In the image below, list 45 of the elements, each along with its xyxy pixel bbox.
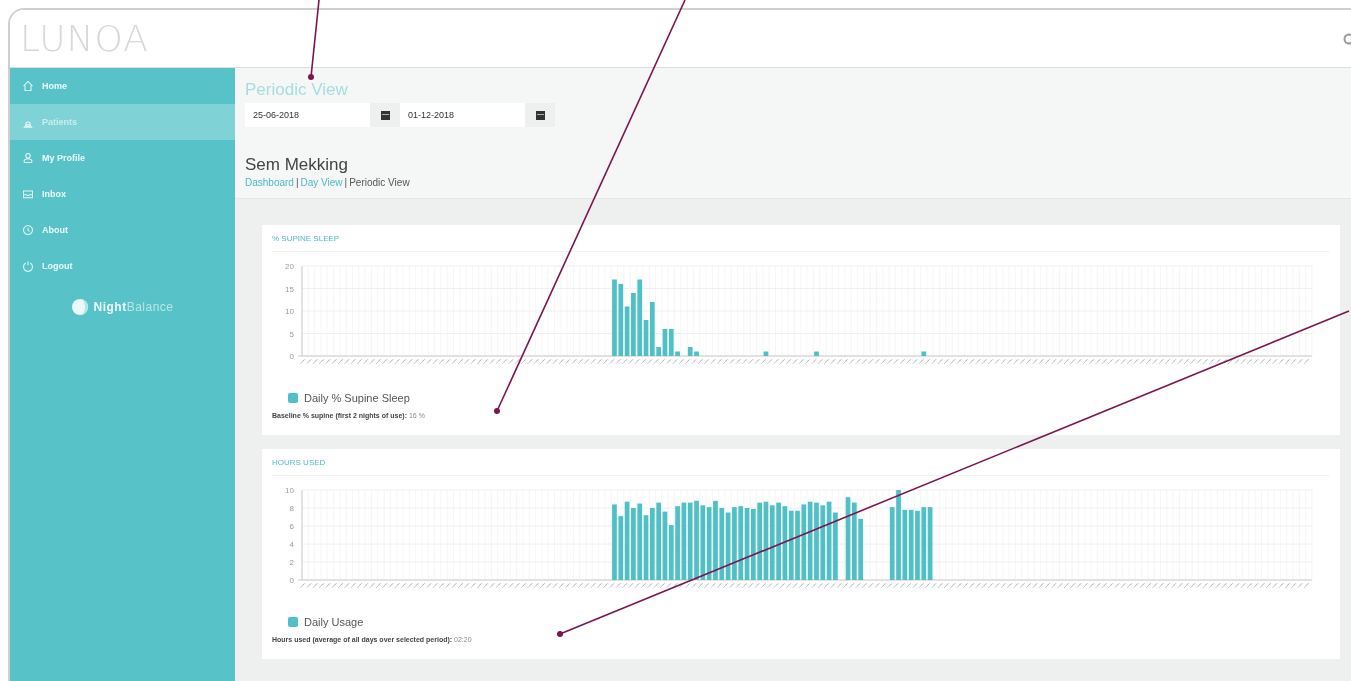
settings-icon[interactable]: [1343, 32, 1351, 45]
nav-icon: [22, 224, 34, 236]
y-tick-label: 8: [289, 504, 294, 513]
sidebar-item[interactable]: Home: [10, 68, 235, 104]
card-title: % SUPINE SLEEP: [272, 225, 1330, 252]
calendar-icon: [380, 110, 390, 120]
nav-icon: [22, 260, 34, 272]
legend-label: Daily % Supine Sleep: [304, 392, 410, 404]
y-tick-label: 4: [289, 540, 294, 549]
bar: [814, 351, 819, 356]
nav-icon: [22, 152, 34, 164]
y-tick-label: 2: [289, 558, 294, 567]
y-tick-label: 10: [285, 307, 294, 316]
page-title: Periodic View: [245, 80, 349, 100]
start-date-field[interactable]: 25-06-2018: [245, 103, 370, 127]
breadcrumb-link[interactable]: Day View: [300, 177, 343, 188]
y-tick-label: 10: [285, 486, 294, 495]
bar: [921, 351, 927, 356]
breadcrumb-current: Periodic View: [349, 177, 410, 188]
legend-label: Daily Usage: [304, 616, 364, 628]
nav-icon: [22, 80, 34, 92]
breadcrumb-separator: |: [344, 177, 348, 188]
y-tick-label: 0: [289, 352, 294, 361]
bar: [763, 351, 769, 356]
y-tick-label: 20: [285, 262, 294, 271]
calendar-button[interactable]: [525, 103, 555, 127]
sidebar-item[interactable]: Patients: [10, 104, 235, 140]
brand-logo: NightBalance: [93, 300, 174, 314]
sidebar-item[interactable]: About: [10, 212, 235, 248]
sidebar-item[interactable]: Logout: [10, 248, 235, 284]
moon-icon: [71, 298, 90, 316]
sidebar-item[interactable]: Inbox: [10, 176, 235, 212]
y-tick-label: 0: [289, 576, 294, 585]
breadcrumb-separator: |: [295, 177, 299, 188]
y-tick-label: 6: [289, 522, 294, 531]
y-tick-label: 5: [289, 329, 294, 339]
sidebar-item[interactable]: My Profile: [10, 140, 235, 176]
breadcrumb-link[interactable]: Dashboard: [245, 177, 294, 188]
y-tick-label: 15: [285, 284, 294, 294]
card-title: HOURS USED: [272, 449, 1330, 476]
calendar-button[interactable]: [370, 103, 400, 127]
nav-icon: [22, 188, 34, 200]
calendar-icon: [535, 110, 545, 120]
patient-name: Sem Mekking: [245, 155, 349, 175]
end-date-field[interactable]: 01-12-2018: [400, 103, 525, 127]
